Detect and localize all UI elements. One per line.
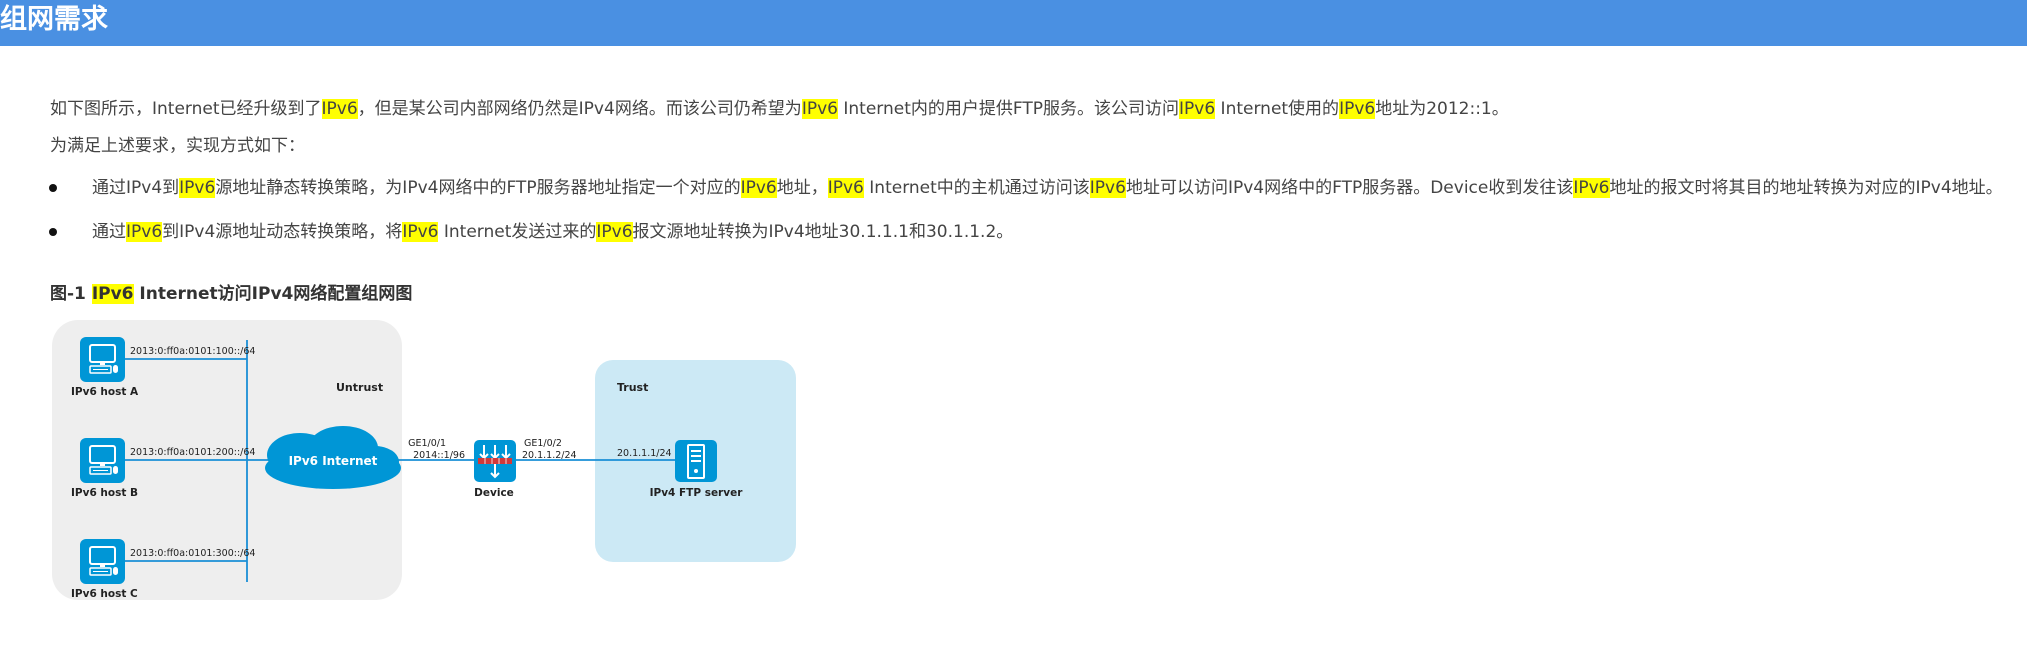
pc-icon: [79, 336, 126, 383]
device-if1-name: GE1/0/1: [408, 438, 446, 449]
server-addr: 20.1.1.1/24: [617, 448, 672, 459]
host-a-prefix: 2013:0:ff0a:0101:100::/64: [130, 346, 255, 357]
device-if2-addr: 20.1.1.2/24: [522, 450, 577, 461]
device-if1-addr: 2014::1/96: [413, 450, 465, 461]
cloud-label: IPv6 Internet: [289, 454, 378, 468]
server-label: IPv4 FTP server: [650, 487, 744, 499]
pc-icon: [79, 437, 126, 484]
untrust-zone-label: Untrust: [336, 381, 383, 394]
host-b-label: IPv6 host B: [71, 487, 138, 499]
pc-icon: [79, 538, 126, 585]
host-c-label: IPv6 host C: [71, 588, 138, 600]
device-label: Device: [474, 487, 514, 499]
ftp-server-icon: [675, 440, 717, 482]
host-c-prefix: 2013:0:ff0a:0101:300::/64: [130, 548, 255, 559]
network-diagram: Untrust Trust IPv6 host A 2013:0:ff0a:01…: [52, 320, 796, 600]
host-b-prefix: 2013:0:ff0a:0101:200::/64: [130, 447, 255, 458]
trust-zone-label: Trust: [617, 381, 648, 394]
host-a-label: IPv6 host A: [71, 386, 139, 398]
firewall-device-icon: [474, 440, 516, 482]
device-if2-name: GE1/0/2: [524, 438, 562, 449]
